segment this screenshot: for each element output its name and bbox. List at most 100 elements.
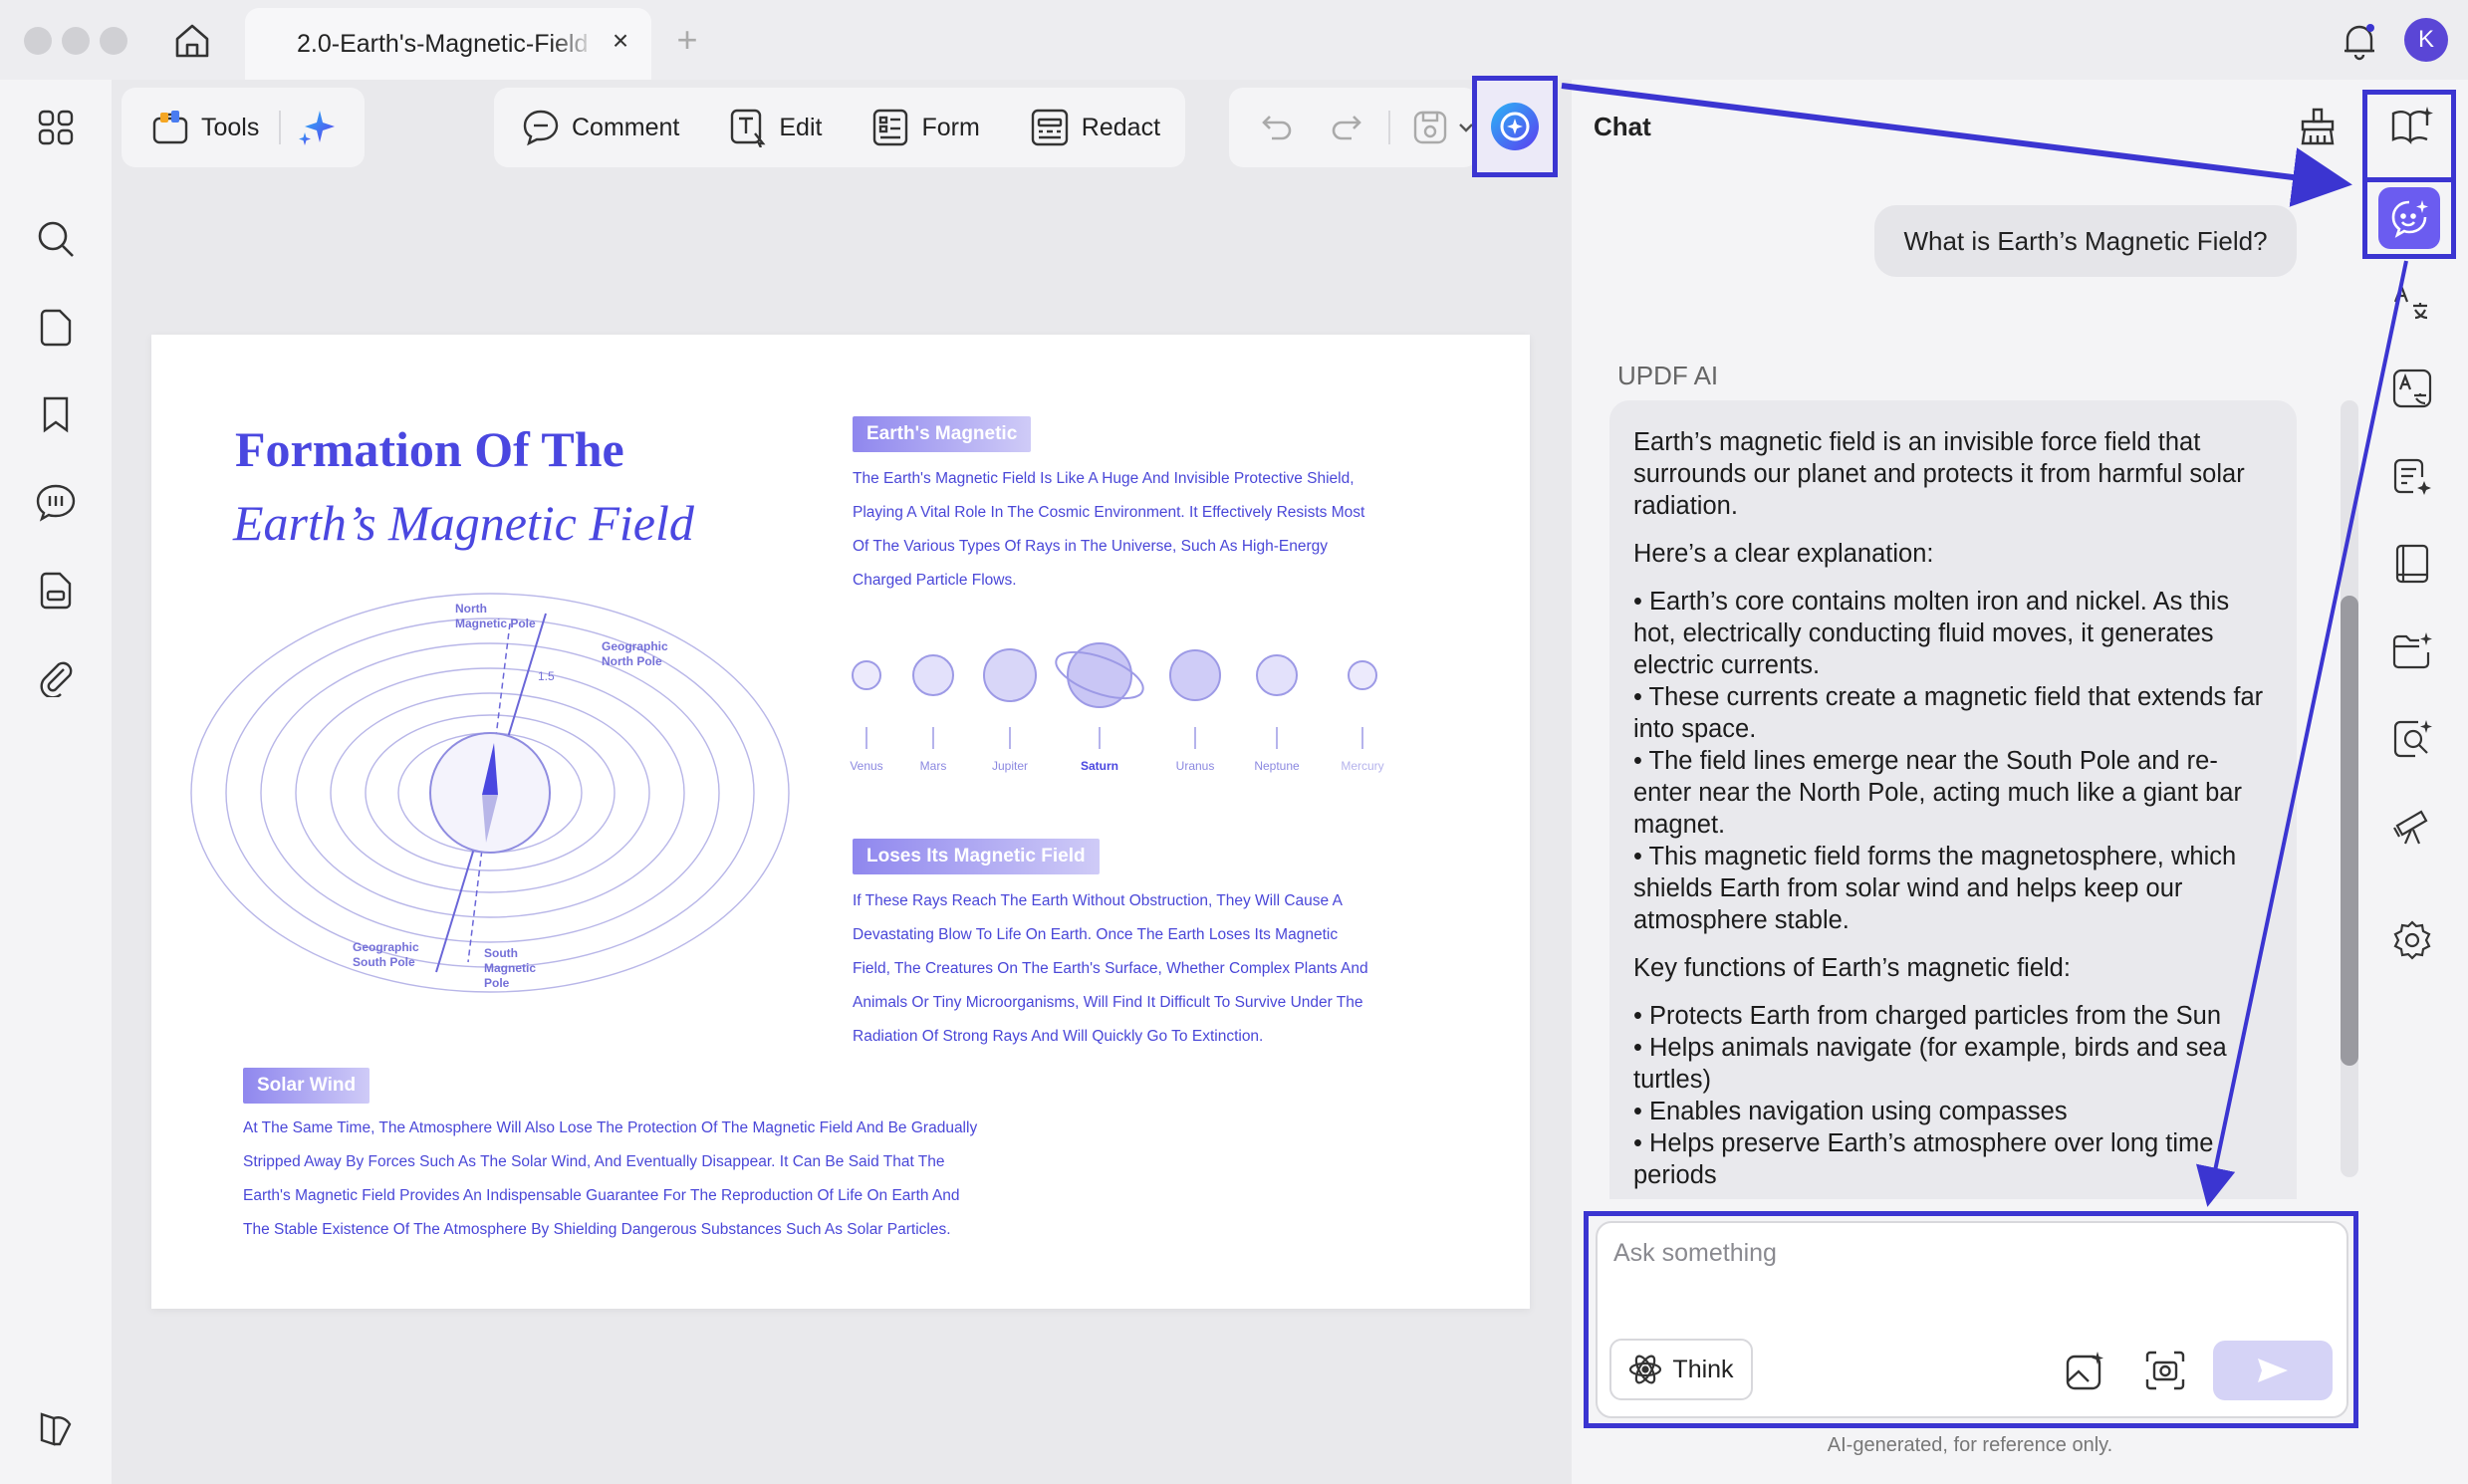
section-text-earths-magnetic: The Earth's Magnetic Field Is Like A Hug…	[853, 470, 1365, 589]
redact-button[interactable]: Redact	[1022, 98, 1168, 157]
toolbar-divider	[1388, 111, 1390, 144]
ai-reader-book-icon[interactable]	[2386, 100, 2438, 151]
tools-label: Tools	[201, 113, 260, 141]
attachment-page-icon[interactable]	[30, 564, 82, 616]
translate-icon[interactable]	[2386, 275, 2438, 327]
search-icon[interactable]	[30, 213, 82, 265]
list-item: • Enables navigation using compasses	[1633, 1098, 2068, 1125]
tools-button[interactable]: Tools	[143, 98, 267, 157]
image-upload-icon[interactable]	[2060, 1345, 2111, 1396]
geographic-north-pole-label: Geographic North Pole	[602, 639, 668, 668]
ai-functions-heading: Key functions of Earth’s magnetic field:	[1633, 954, 2071, 982]
ai-assistant-button[interactable]	[1472, 76, 1558, 177]
section-label-loses-magnetic-field: Loses Its Magnetic Field	[853, 839, 1100, 874]
geographic-south-pole-label: Geographic South Pole	[353, 940, 419, 969]
form-button[interactable]: Form	[864, 98, 987, 157]
planet-label-jupiter: Jupiter	[991, 759, 1029, 773]
redact-label: Redact	[1081, 113, 1161, 141]
home-icon[interactable]	[167, 16, 217, 66]
list-item: • Helps animals navigate (for example, b…	[1633, 1034, 2227, 1094]
window-zoom-control[interactable]	[100, 27, 127, 55]
planet-label-mercury: Mercury	[1341, 759, 1384, 773]
user-message-bubble: What is Earth’s Magnetic Field?	[1874, 205, 2297, 277]
section-label-solar-wind: Solar Wind	[243, 1068, 370, 1104]
chat-scrollbar-thumb[interactable]	[2341, 596, 2358, 1066]
presentation-telescope-icon[interactable]	[2386, 801, 2438, 853]
tools-toolbar-group: Tools	[122, 88, 365, 167]
window-minimize-control[interactable]	[62, 27, 90, 55]
left-sidebar	[0, 80, 110, 1484]
section-text-loses-magnetic-field: If These Rays Reach The Earth Without Ob…	[853, 892, 1368, 1045]
undo-icon[interactable]	[1255, 106, 1299, 149]
screenshot-capture-icon[interactable]	[2139, 1345, 2191, 1396]
paperclip-icon[interactable]	[30, 651, 82, 703]
send-icon	[2258, 1359, 2288, 1382]
ai-search-document-icon[interactable]	[2386, 713, 2438, 765]
tab-close-icon[interactable]: ×	[606, 25, 635, 56]
doc-title-line1: Formation Of The	[235, 421, 624, 477]
edit-toolbar-group: Comment Edit Form Redact	[494, 88, 1185, 167]
ai-explanation-list: • Earth’s core contains molten iron and …	[1633, 586, 2275, 936]
ai-sender-name: UPDF AI	[1617, 361, 1719, 390]
bookmark-icon[interactable]	[30, 388, 82, 440]
comments-list-icon[interactable]	[30, 476, 82, 528]
list-item: • This magnetic field forms the magnetos…	[1633, 843, 2237, 934]
redact-icon	[1031, 109, 1068, 146]
user-avatar[interactable]: K	[2404, 18, 2448, 62]
think-label: Think	[1672, 1355, 1734, 1383]
notification-bell-icon[interactable]	[2337, 18, 2382, 64]
new-tab-icon[interactable]: +	[667, 19, 707, 60]
list-item: • Helps preserve Earth’s atmosphere over…	[1633, 1129, 2214, 1189]
atom-icon	[1629, 1355, 1662, 1384]
ai-translate-page-icon[interactable]	[2386, 363, 2438, 414]
ai-explain-heading: Here’s a clear explanation:	[1633, 540, 1934, 568]
thumbnails-grid-icon[interactable]	[30, 102, 82, 153]
south-magnetic-pole-label: South Magnetic Pole	[484, 946, 537, 990]
ai-intro-text: Earth’s magnetic field is an invisible f…	[1633, 428, 2245, 520]
list-item: • Protects Earth from charged particles …	[1633, 1002, 2222, 1030]
redo-icon[interactable]	[1325, 106, 1368, 149]
list-item: • These currents create a magnetic field…	[1633, 683, 2264, 743]
toolbox-icon	[152, 111, 188, 144]
planets-diagram	[852, 642, 1377, 749]
list-item: • Earth’s core contains molten iron and …	[1633, 588, 2230, 679]
edit-text-icon	[731, 109, 766, 147]
pdf-page: Formation Of The Earth’s Magnetic Field …	[151, 335, 1530, 1309]
chat-input-placeholder[interactable]: Ask something	[1613, 1239, 1777, 1268]
window-close-control[interactable]	[24, 27, 52, 55]
toolbar-divider	[279, 111, 282, 144]
ai-folder-icon[interactable]	[2386, 625, 2438, 677]
planet-label-saturn: Saturn	[1080, 759, 1118, 773]
doc-title-line2: Earth’s Magnetic Field	[233, 495, 694, 551]
ai-summarize-icon[interactable]	[2386, 450, 2438, 502]
think-toggle-button[interactable]: Think	[1609, 1339, 1753, 1400]
clear-chat-broom-icon[interactable]	[2293, 102, 2343, 151]
send-button[interactable]	[2213, 1341, 2333, 1400]
planet-label-neptune: Neptune	[1254, 759, 1300, 773]
ai-sparkle-icon[interactable]	[295, 106, 339, 149]
comment-button[interactable]: Comment	[514, 98, 687, 157]
section-label-earths-magnetic: Earth's Magnetic	[853, 416, 1032, 452]
list-item: • The field lines emerge near the South …	[1633, 747, 2242, 839]
ai-chat-tool-button[interactable]	[2362, 177, 2456, 259]
edit-label: Edit	[779, 113, 823, 141]
settings-gear-icon[interactable]	[2386, 914, 2438, 966]
comment-label: Comment	[572, 113, 680, 141]
ai-chat-face-icon	[2378, 187, 2440, 249]
magnetic-field-diagram	[190, 593, 790, 993]
section-text-solar-wind: At The Same Time, The Atmosphere Will Al…	[243, 1119, 978, 1238]
document-tab[interactable]: 2.0-Earth's-Magnetic-Field	[245, 8, 651, 80]
history-toolbar-group	[1229, 88, 1478, 167]
comment-icon	[523, 110, 559, 146]
form-label: Form	[921, 113, 980, 141]
layers-toggle-icon[interactable]	[30, 1402, 82, 1454]
page-icon[interactable]	[30, 301, 82, 353]
edit-button[interactable]: Edit	[721, 98, 830, 157]
ai-assistant-icon	[1491, 103, 1539, 150]
save-icon[interactable]	[1408, 106, 1452, 149]
form-icon	[873, 109, 908, 146]
reading-book-icon[interactable]	[2386, 538, 2438, 590]
ai-functions-list: • Protects Earth from charged particles …	[1633, 1000, 2275, 1191]
ai-response-bubble: Earth’s magnetic field is an invisible f…	[1609, 400, 2297, 1199]
ai-disclaimer: AI-generated, for reference only.	[1827, 1434, 2113, 1456]
